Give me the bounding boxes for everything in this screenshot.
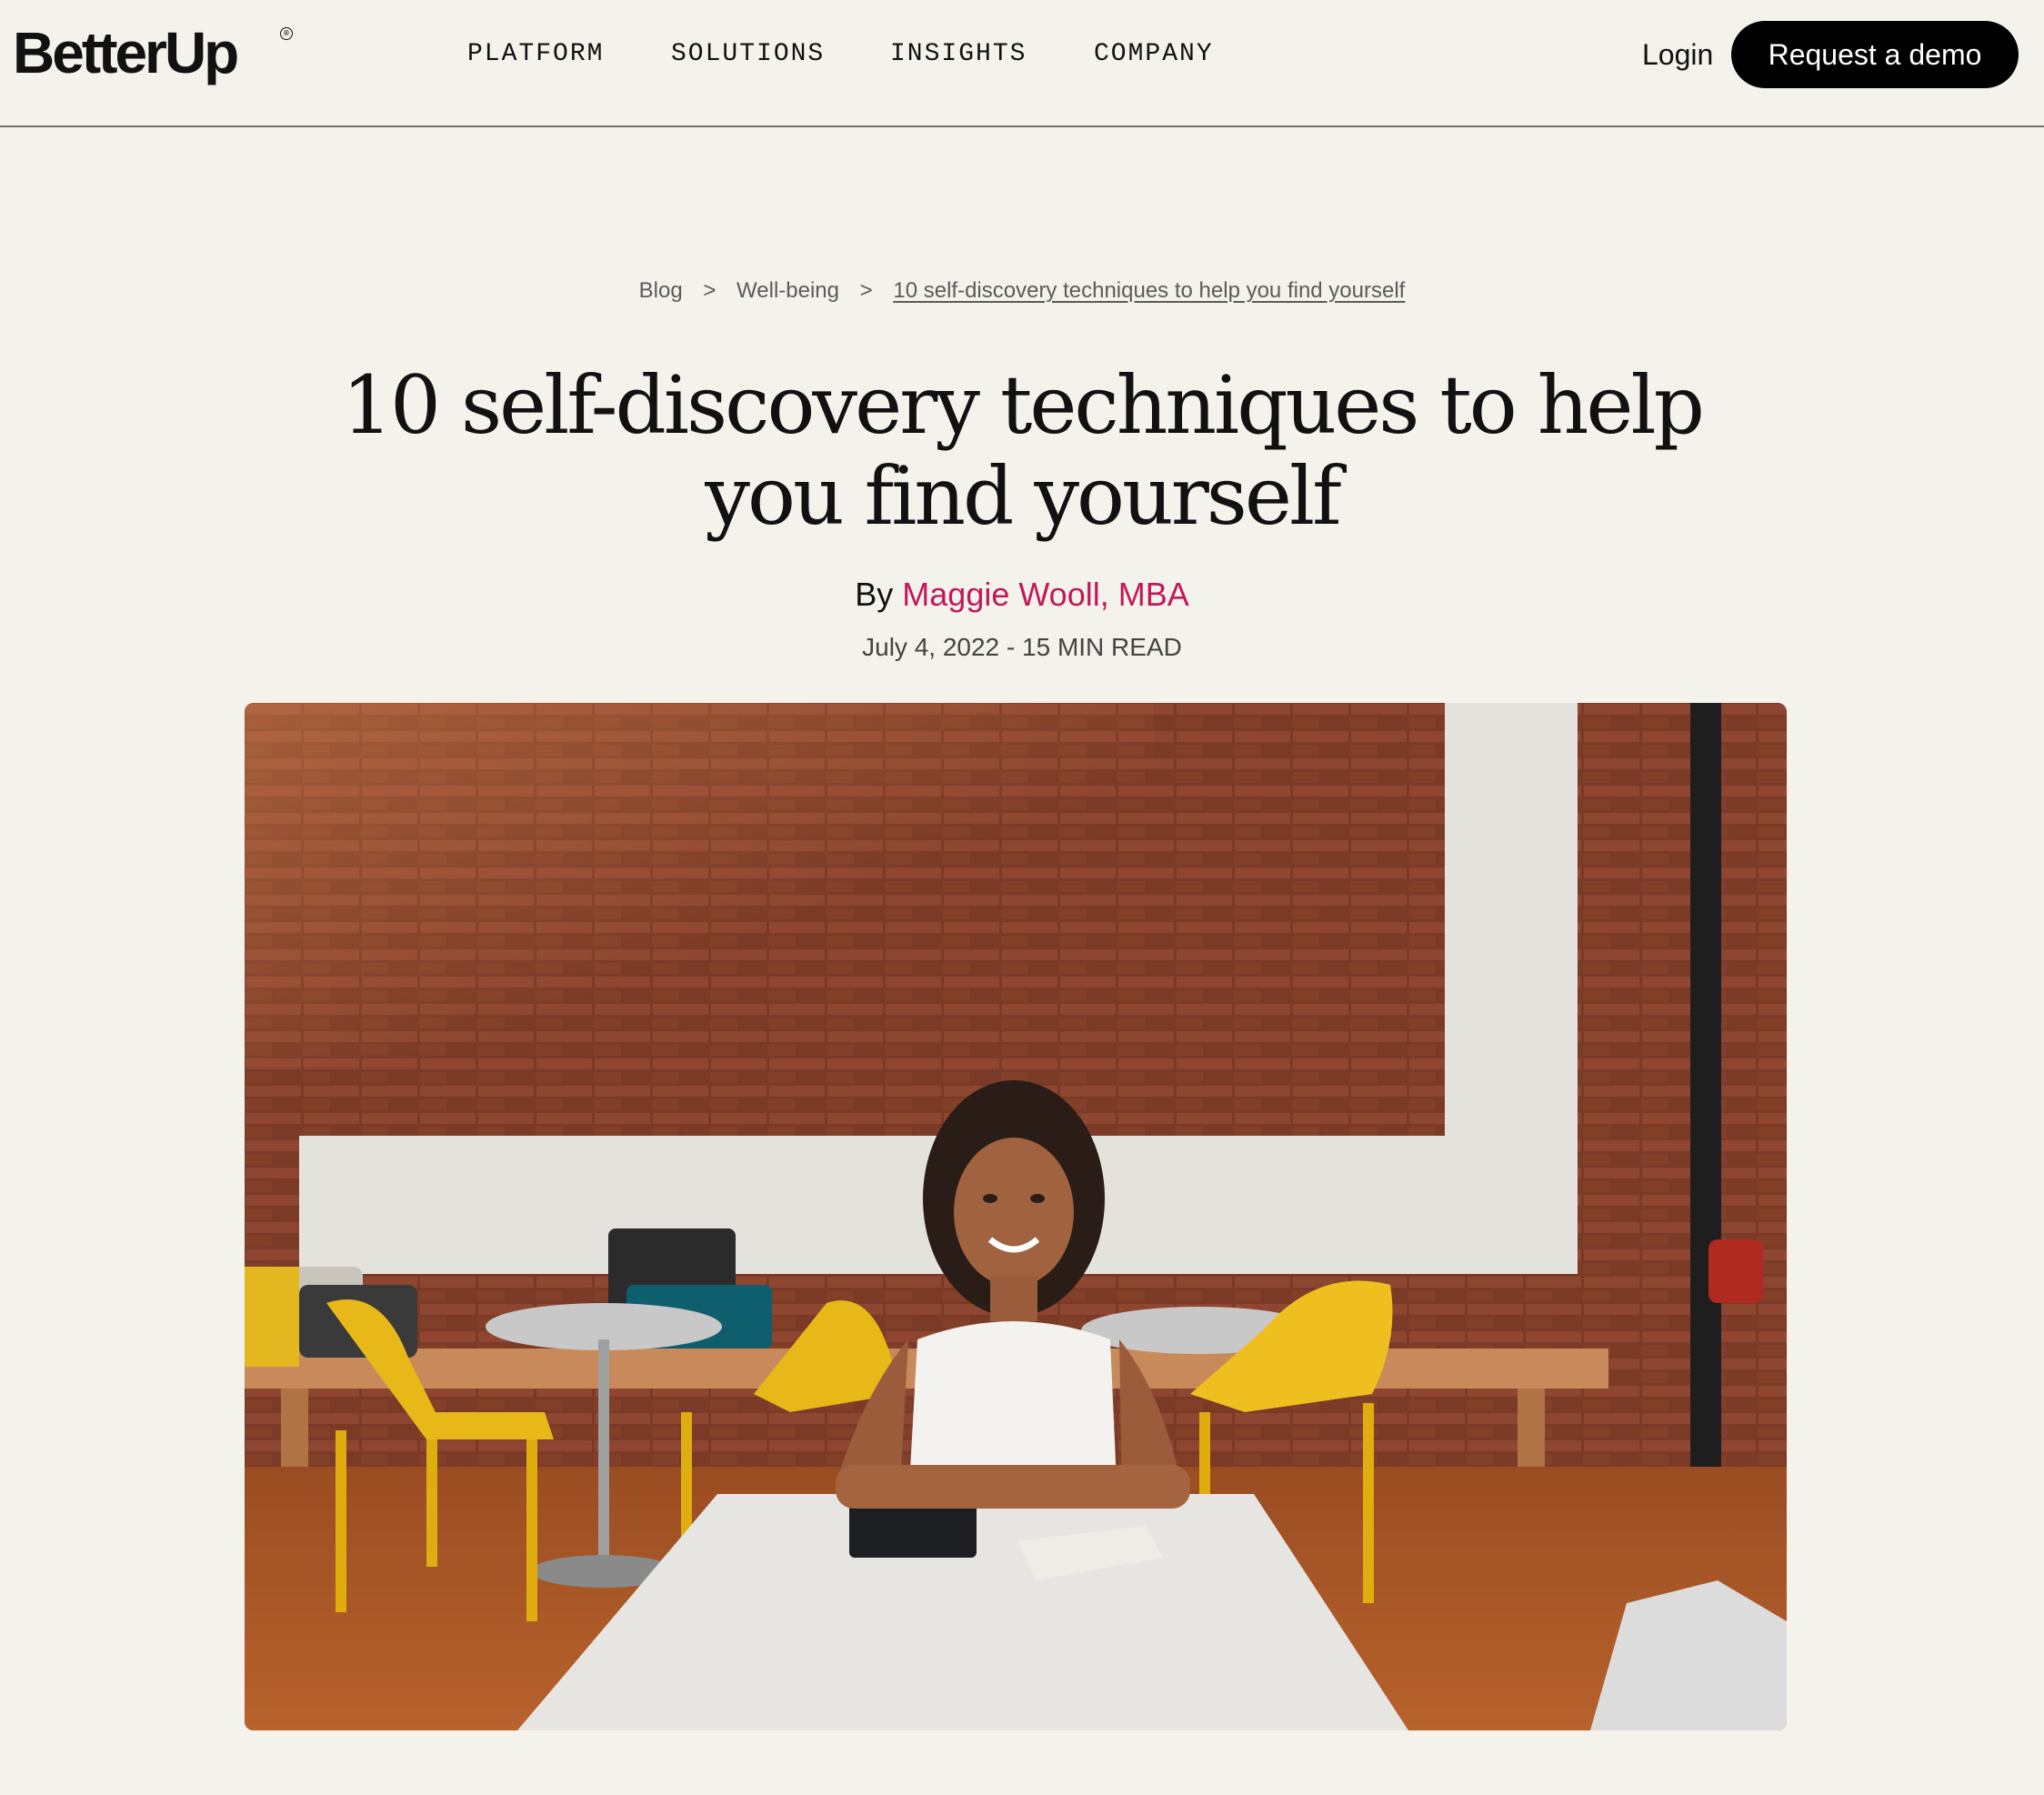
breadcrumb-separator: > [703,278,716,303]
byline: By Maggie Wooll, MBA [0,575,2044,615]
breadcrumb: Blog > Well-being > 10 self-discovery te… [0,275,2044,307]
nav-item-insights[interactable]: INSIGHTS [890,36,1027,73]
nav-item-company[interactable]: COMPANY [1094,36,1214,73]
breadcrumb-separator: > [859,278,873,303]
site-header: BetterUp ® PLATFORM SOLUTIONS INSIGHTS C… [0,0,2044,127]
article-title: 10 self-discovery techniques to help you… [342,358,1705,543]
nav-item-solutions[interactable]: SOLUTIONS [671,36,825,73]
registered-mark-icon: ® [280,27,293,40]
breadcrumb-current-article[interactable]: 10 self-discovery techniques to help you… [893,278,1405,303]
betterup-logo[interactable]: BetterUp [13,18,239,87]
breadcrumb-well-being[interactable]: Well-being [736,278,839,303]
hero-image [245,703,1787,1730]
login-link[interactable]: Login [1642,35,1713,75]
author-link[interactable]: Maggie Wooll, MBA [902,576,1188,613]
nav-item-platform[interactable]: PLATFORM [467,36,604,73]
by-label: By [855,576,894,613]
breadcrumb-blog[interactable]: Blog [639,278,683,303]
request-demo-button[interactable]: Request a demo [1731,21,2019,88]
article-meta: July 4, 2022 - 15 MIN READ [862,633,1182,661]
